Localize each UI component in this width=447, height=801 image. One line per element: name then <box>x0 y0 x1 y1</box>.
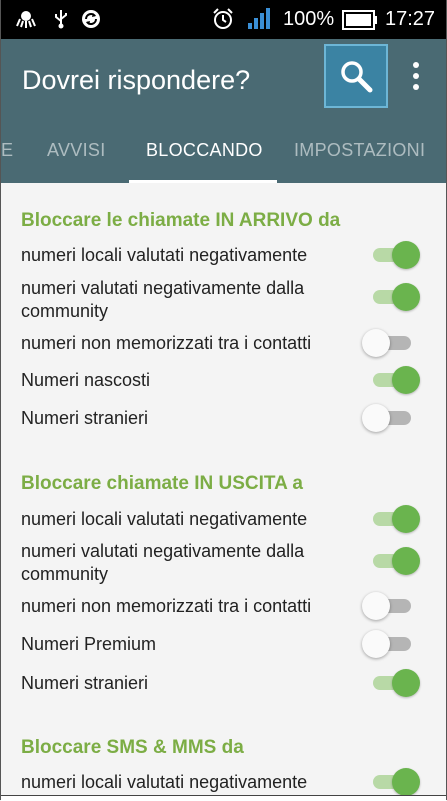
setting-label: Numeri Premium <box>21 634 157 654</box>
search-icon <box>341 61 373 93</box>
setting-label: Numeri stranieri <box>21 408 149 428</box>
bottom-edge <box>1 795 446 801</box>
setting-label: numeri locali valutati negativamente <box>21 509 308 529</box>
toggle-sms-local-negative[interactable] <box>362 767 420 797</box>
sync-icon <box>82 10 100 28</box>
section-title-sms: Bloccare SMS & MMS da <box>21 737 244 758</box>
setting-label: Numeri stranieri <box>21 673 149 693</box>
section-title-incoming: Bloccare le chiamate IN ARRIVO da <box>21 210 341 231</box>
section-title-outgoing: Bloccare chiamate IN USCITA a <box>21 473 303 494</box>
setting-label: numeri valutati negativamente dalla comm… <box>21 278 305 321</box>
setting-label: numeri locali valutati negativamente <box>21 245 308 265</box>
blocking-settings: Bloccare le chiamate IN ARRIVO da numeri… <box>1 183 446 800</box>
toggle-incoming-community-negative[interactable] <box>362 282 420 312</box>
setting-label: numeri locali valutati negativamente <box>21 772 308 792</box>
tab-bloccando[interactable]: BLOCCANDO <box>146 140 263 161</box>
toggle-outgoing-foreign[interactable] <box>362 668 420 698</box>
toggle-outgoing-community-negative[interactable] <box>362 546 420 576</box>
alarm-icon <box>213 8 233 29</box>
signal-icon <box>248 8 270 29</box>
battery-icon <box>342 10 377 30</box>
clock: 17:27 <box>385 8 436 30</box>
toggle-incoming-hidden[interactable] <box>362 365 420 395</box>
status-bar: 100% 17:27 <box>1 0 446 39</box>
app-title: Dovrei rispondere? <box>22 65 251 95</box>
toggle-incoming-not-in-contacts[interactable] <box>362 328 420 358</box>
app-bar: Dovrei rispondere? E AVVISI BLOCCANDO IM… <box>1 39 446 183</box>
search-button[interactable] <box>324 44 388 108</box>
toggle-outgoing-premium[interactable] <box>362 629 420 659</box>
setting-label: numeri valutati negativamente dalla comm… <box>21 541 305 584</box>
setting-label: numeri non memorizzati tra i contatti <box>21 333 312 353</box>
toggle-outgoing-local-negative[interactable] <box>362 504 420 534</box>
setting-label: Numeri nascosti <box>21 370 151 390</box>
toggle-incoming-foreign[interactable] <box>362 403 420 433</box>
toggle-outgoing-not-in-contacts[interactable] <box>362 591 420 621</box>
tab-e[interactable]: E <box>1 140 13 161</box>
battery-percent: 100% <box>283 8 335 30</box>
tab-avvisi[interactable]: AVVISI <box>47 140 106 161</box>
setting-label: numeri non memorizzati tra i contatti <box>21 596 312 616</box>
octopus-icon <box>16 11 36 28</box>
more-vert-icon[interactable] <box>405 59 427 93</box>
toggle-incoming-local-negative[interactable] <box>362 240 420 270</box>
tab-impostazioni[interactable]: IMPOSTAZIONI <box>294 140 425 161</box>
usb-icon <box>55 10 67 29</box>
